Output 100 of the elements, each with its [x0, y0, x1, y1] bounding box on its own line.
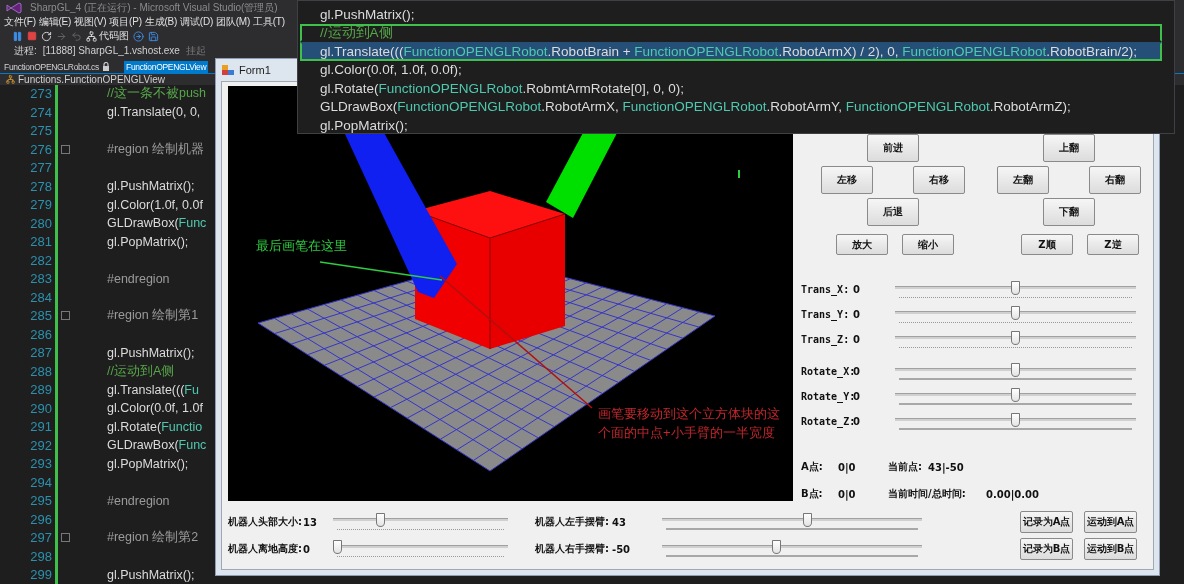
code-line: gl.PopMatrix(); — [107, 456, 189, 471]
menu-item[interactable]: 项目(P) — [109, 15, 142, 30]
undo-icon[interactable] — [71, 30, 82, 42]
slider[interactable] — [333, 540, 508, 558]
readout-value: 0|0 — [838, 461, 857, 473]
slider-thumb[interactable] — [1011, 280, 1020, 295]
control-button[interactable]: 左翻 — [997, 166, 1049, 194]
line-number: 277 — [29, 160, 52, 176]
code-line: gl.PopMatrix(); — [319, 116, 409, 135]
menu-item[interactable]: 视图(V) — [74, 15, 107, 30]
slider[interactable] — [662, 513, 922, 531]
file-tab[interactable]: FunctionOPENGLView — [124, 60, 209, 73]
restart-icon[interactable] — [41, 30, 52, 42]
code-line: GLDrawBox(FunctionOPENGLRobot.RobotArmX, FunctionOPENGLRobot.RobotArmY, FunctionOPENGLRobot.RobotArmZ); — [319, 98, 1072, 116]
code-line: #region 绘制第1 — [107, 307, 199, 325]
slider-value: 0 — [853, 416, 861, 427]
menu-item[interactable]: 文件(F) — [4, 15, 36, 30]
slider-thumb[interactable] — [1011, 387, 1020, 402]
slider[interactable] — [333, 513, 508, 531]
code-line: //运动到A侧 — [107, 362, 175, 380]
control-button[interactable]: 放大 — [836, 234, 888, 255]
slider[interactable] — [895, 330, 1136, 349]
code-line: gl.Rotate(Functio — [107, 419, 203, 434]
control-button[interactable]: 前进 — [867, 134, 919, 162]
readout-value: 0|0 — [838, 488, 857, 500]
line-number: 293 — [29, 456, 52, 472]
fold-toggle[interactable] — [61, 311, 70, 321]
readout-label: A点: — [801, 460, 824, 474]
slider[interactable] — [895, 305, 1136, 324]
code-line: #endregion — [107, 271, 170, 286]
line-number: 289 — [29, 382, 52, 398]
slider-thumb[interactable] — [1011, 330, 1020, 345]
slider[interactable] — [895, 412, 1136, 431]
code-line: //这一条不被push — [107, 85, 207, 103]
line-number: 296 — [29, 511, 52, 527]
control-button[interactable]: 右移 — [913, 166, 965, 194]
slider-thumb[interactable] — [1011, 305, 1020, 320]
stop-icon[interactable] — [27, 31, 37, 42]
process-dropdown[interactable]: [11888] SharpGL_1.vshost.exe — [42, 45, 180, 57]
action-button[interactable]: 运动到B点 — [1084, 538, 1137, 560]
slider[interactable] — [662, 540, 922, 558]
action-button[interactable]: 记录为A点 — [1020, 511, 1073, 533]
slider-thumb[interactable] — [802, 513, 812, 527]
line-number: 292 — [29, 437, 52, 453]
slider-thumb[interactable] — [1011, 412, 1020, 427]
code-map-button[interactable]: 代码图 — [86, 29, 129, 44]
slider-thumb[interactable] — [772, 540, 782, 554]
menu-item[interactable]: 工具(T) — [253, 15, 285, 30]
navigation-dropdown[interactable]: Functions.FunctionOPENGLView — [18, 73, 165, 85]
control-button[interactable]: 左移 — [821, 166, 873, 194]
control-button[interactable]: 缩小 — [902, 234, 954, 255]
line-number: 285 — [29, 308, 52, 324]
control-button[interactable]: Z顺 — [1021, 234, 1073, 255]
slider-label: 机器人左手摆臂: — [535, 515, 610, 529]
menu-item[interactable]: 生成(B) — [144, 15, 178, 30]
navigate-icon[interactable] — [133, 30, 144, 42]
line-number: 299 — [29, 567, 52, 583]
code-line: GLDrawBox(Func — [107, 438, 207, 453]
marker-dash — [738, 169, 740, 179]
control-button[interactable]: 右翻 — [1089, 166, 1141, 194]
control-button[interactable]: 后退 — [867, 198, 919, 226]
line-number: 276 — [29, 141, 52, 157]
slider[interactable] — [895, 362, 1136, 381]
slider[interactable] — [895, 387, 1136, 406]
control-button[interactable]: 上翻 — [1043, 134, 1095, 162]
slider-value: 0 — [853, 366, 861, 377]
pause-icon[interactable] — [12, 30, 23, 42]
readout-label: 当前点: — [888, 460, 923, 474]
control-button[interactable]: 下翻 — [1043, 198, 1095, 226]
line-number: 295 — [29, 493, 52, 509]
code-line: gl.Translate(((Fu — [107, 382, 199, 397]
action-button[interactable]: 运动到A点 — [1084, 511, 1137, 533]
code-line: gl.PushMatrix(); — [319, 5, 416, 24]
slider-label: Trans_Y: — [801, 309, 851, 320]
save-icon[interactable] — [148, 30, 159, 42]
slider-value: 13 — [303, 516, 318, 528]
slider[interactable] — [895, 280, 1136, 299]
code-line: gl.PushMatrix(); — [107, 179, 195, 194]
fold-toggle[interactable] — [61, 533, 70, 543]
line-number: 297 — [29, 530, 52, 546]
readout-label: 当前时间/总时间: — [888, 487, 967, 501]
menu-item[interactable]: 编辑(E) — [38, 15, 72, 30]
menu-item[interactable]: 团队(M) — [216, 15, 251, 30]
file-tab[interactable]: FunctionOPENGLRobot.cs — [2, 60, 112, 73]
slider-thumb[interactable] — [376, 513, 386, 527]
line-number: 274 — [29, 104, 52, 120]
slider-thumb[interactable] — [1011, 362, 1020, 377]
slider-value: 0 — [853, 284, 861, 295]
window-title: SharpGL_4 (正在运行) - Microsoft Visual Studio(管理员) — [30, 0, 278, 15]
app-logo-icon — [6, 1, 22, 14]
fold-toggle[interactable] — [61, 144, 70, 154]
line-number: 287 — [29, 345, 52, 361]
menu-item[interactable]: 调试(D) — [180, 15, 214, 30]
slider-label: 机器人右手摆臂: — [535, 542, 610, 556]
slider-label: Trans_X: — [801, 284, 851, 295]
readout-label: B点: — [801, 487, 824, 501]
slider-thumb[interactable] — [333, 540, 342, 554]
slider-value: 0 — [853, 391, 861, 402]
action-button[interactable]: 记录为B点 — [1020, 538, 1073, 560]
control-button[interactable]: Z逆 — [1087, 234, 1139, 255]
